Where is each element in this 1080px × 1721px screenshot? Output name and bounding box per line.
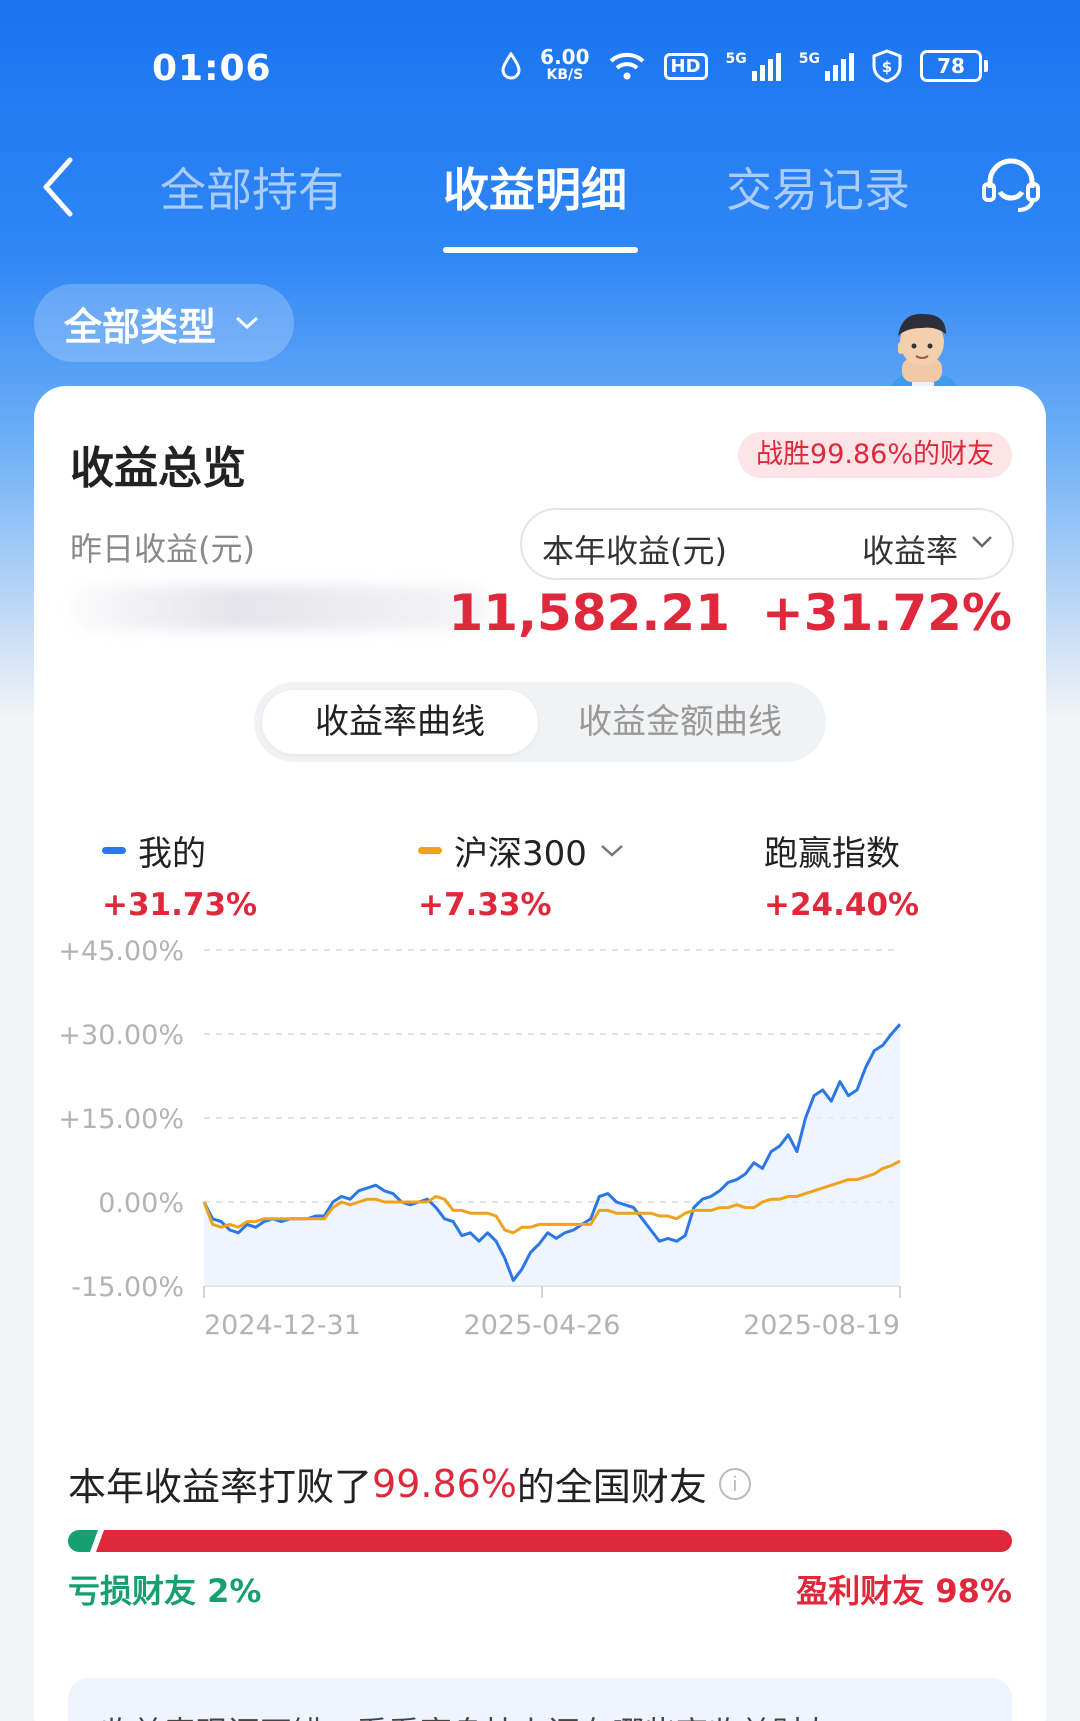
x-tick-label: 2025-08-19 — [743, 1310, 900, 1341]
profit-friends-label: 盈利财友 98% — [796, 1572, 1012, 1610]
network-speed-value: 6.00 — [540, 45, 590, 69]
signal-icon-1: 5G — [726, 51, 781, 81]
tab-profit-detail[interactable]: 收益明细 — [443, 154, 627, 220]
beat-suffix: 的全国财友 — [516, 1465, 707, 1509]
legend-beat-value: +24.40% — [764, 887, 920, 923]
signal-1-label: 5G — [725, 51, 747, 67]
legend-beat-name: 跑赢指数 — [764, 834, 900, 874]
loss-friends-label: 亏损财友 2% — [68, 1572, 262, 1610]
status-bar: 01:06 6.00 KB/S HD 5G 5G $ 78 — [0, 0, 1080, 140]
mine-series-area — [204, 1024, 900, 1286]
info-icon[interactable]: i — [718, 1467, 751, 1500]
battery-icon: 78 — [920, 50, 988, 82]
legend-benchmark-value: +7.33% — [418, 887, 552, 923]
legend-benchmark-name: 沪深300 — [454, 834, 587, 874]
legend-beat-index: 跑赢指数 +24.40% — [764, 826, 919, 923]
chevron-down-icon — [236, 316, 259, 330]
yesterday-profit-label: 昨日收益(元) — [70, 530, 255, 568]
legend-mine: 我的 +31.73% — [102, 826, 257, 923]
year-profit-label: 本年收益(元) — [542, 532, 727, 570]
legend-benchmark[interactable]: 沪深300 +7.33% — [418, 826, 625, 923]
legend-mine-value: +31.73% — [102, 887, 258, 923]
status-icons: 6.00 KB/S HD 5G 5G $ 78 — [500, 45, 988, 84]
chevron-down-icon — [972, 536, 992, 548]
overview-title: 收益总览 — [70, 443, 246, 494]
status-time: 01:06 — [152, 48, 272, 89]
network-speed: 6.00 KB/S — [540, 45, 590, 84]
chevron-down-icon — [601, 844, 623, 857]
network-speed-unit: KB/S — [546, 67, 584, 83]
loss-share-segment — [68, 1530, 98, 1552]
metric-switch[interactable]: 本年收益(元) 收益率 — [520, 508, 1014, 580]
yesterday-profit-masked — [70, 586, 490, 630]
x-tick-label: 2024-12-31 — [204, 1310, 361, 1341]
y-tick-label: +15.00% — [58, 1104, 184, 1135]
curve-type-segment: 收益率曲线 收益金额曲线 — [254, 682, 826, 762]
legend-mine-name: 我的 — [138, 834, 206, 874]
tab-all-holdings[interactable]: 全部持有 — [160, 154, 344, 220]
profit-overview-card: 收益总览 战胜99.86%的财友 昨日收益(元) 本年收益(元) 收益率 11,… — [34, 386, 1046, 1721]
customer-service-icon[interactable] — [978, 152, 1044, 218]
y-tick-label: 0.00% — [98, 1188, 184, 1219]
profit-distribution-bar — [68, 1530, 1012, 1552]
back-arrow-icon[interactable] — [38, 152, 78, 222]
hd-badge: HD — [663, 52, 708, 80]
bottom-tip-text: 收益表现还不错，看看享身挂上还有哪些高收益财友 — [100, 1708, 980, 1721]
beat-statement: 本年收益率打败了 99.86% 的全国财友 i — [68, 1456, 751, 1511]
year-profit-value: 11,582.21 — [448, 584, 730, 642]
profit-rate-chart: +45.00% +30.00% +15.00% 0.00% -15.00% 2024-12… — [58, 936, 902, 1341]
tab-trade-records[interactable]: 交易记录 — [726, 154, 910, 220]
svg-text:$: $ — [882, 58, 892, 76]
active-tab-indicator — [443, 247, 638, 253]
battery-level: 78 — [920, 50, 982, 82]
signal-icon-2: 5G — [799, 51, 854, 81]
wifi-icon — [609, 52, 644, 80]
win-rank-badge: 战胜99.86%的财友 — [738, 432, 1012, 478]
type-filter-dropdown[interactable]: 全部类型 — [34, 284, 294, 362]
y-tick-label: -15.00% — [71, 1272, 184, 1303]
profit-rate-label: 收益率 — [861, 532, 958, 570]
shield-dollar-icon: $ — [872, 49, 902, 83]
profit-share-segment — [96, 1530, 1012, 1552]
y-tick-label: +45.00% — [58, 936, 184, 967]
signal-2-label: 5G — [798, 51, 820, 67]
beat-prefix: 本年收益率打败了 — [68, 1465, 373, 1509]
legend-mine-swatch — [102, 847, 126, 854]
year-rate-value: +31.72% — [761, 584, 1012, 642]
top-nav: 全部持有 收益明细 交易记录 — [0, 130, 1080, 253]
droplet-icon — [501, 52, 521, 80]
segment-rate-curve[interactable]: 收益率曲线 — [262, 690, 538, 754]
legend-benchmark-swatch — [418, 847, 442, 854]
beat-percent: 99.86% — [372, 1461, 517, 1506]
bottom-tip-banner[interactable]: 收益表现还不错，看看享身挂上还有哪些高收益财友 — [68, 1678, 1012, 1721]
x-tick-label: 2025-04-26 — [464, 1310, 621, 1341]
segment-amount-curve[interactable]: 收益金额曲线 — [540, 690, 820, 754]
type-filter-label: 全部类型 — [64, 304, 217, 349]
y-tick-label: +30.00% — [58, 1020, 184, 1051]
